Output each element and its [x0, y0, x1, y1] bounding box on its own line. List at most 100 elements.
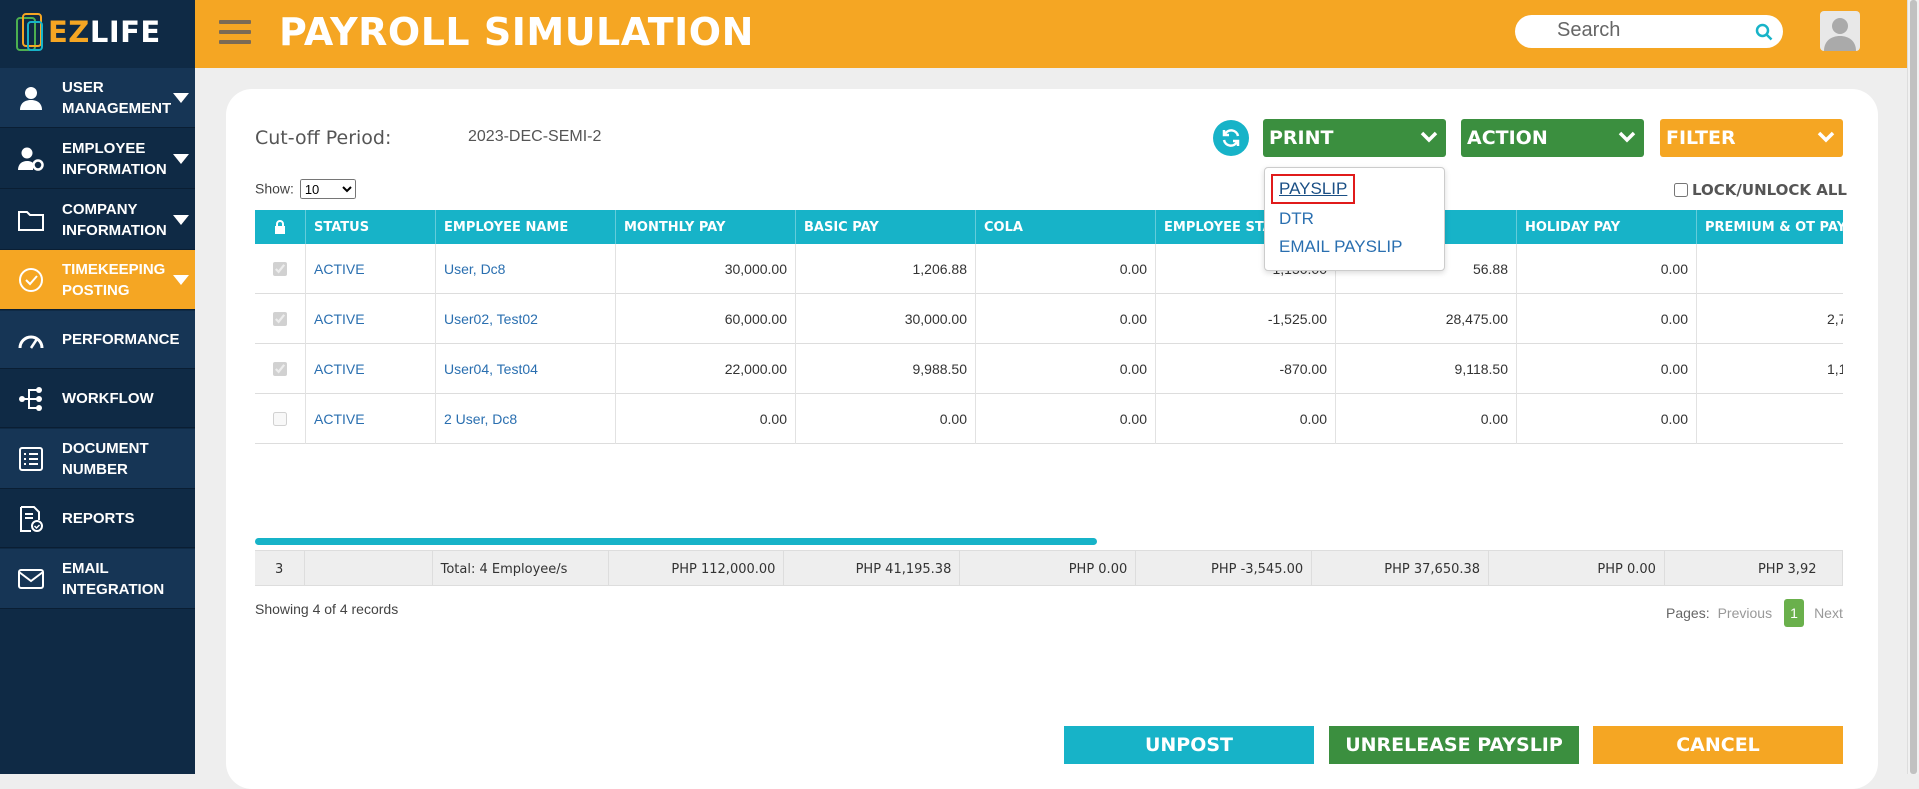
row-checkbox[interactable] — [273, 412, 287, 426]
page-title: PAYROLL SIMULATION — [279, 10, 754, 54]
column-header-status[interactable]: STATUS — [306, 210, 436, 244]
current-page-button[interactable]: 1 — [1784, 599, 1805, 627]
sidebar-item-document-number[interactable]: DOCUMENT NUMBER — [0, 429, 195, 489]
unpost-button[interactable]: UNPOST — [1064, 726, 1314, 764]
row-checkbox-cell — [255, 244, 306, 294]
lock-all-label: LOCK/UNLOCK ALL — [1692, 181, 1847, 199]
action-dropdown-button[interactable]: ACTION — [1461, 119, 1644, 157]
table-row[interactable]: ACTIVE User04, Test04 22,000.00 9,988.50… — [255, 344, 1843, 394]
cola-cell: 0.00 — [976, 294, 1156, 344]
basic-pay-cell: 0.00 — [796, 394, 976, 444]
menu-item-email-payslip[interactable]: EMAIL PAYSLIP — [1279, 237, 1402, 257]
caret-down-icon — [173, 214, 189, 225]
filter-dropdown-button[interactable]: FILTER — [1660, 119, 1843, 157]
page-scrollbar-thumb[interactable] — [1910, 0, 1917, 774]
sidebar-item-label: COMPANY INFORMATION — [62, 200, 167, 239]
menu-item-payslip[interactable]: PAYSLIP — [1271, 174, 1356, 204]
page-size-select[interactable]: 10 — [299, 179, 356, 199]
table-row[interactable]: ACTIVE User02, Test02 60,000.00 30,000.0… — [255, 294, 1843, 344]
print-dropdown-button[interactable]: PRINT — [1263, 119, 1446, 157]
sidebar-item-performance[interactable]: PERFORMANCE — [0, 311, 195, 369]
previous-page-link[interactable]: Previous — [1718, 605, 1772, 621]
user-avatar-icon — [1824, 18, 1856, 51]
unrelease-payslip-button[interactable]: UNRELEASE PAYSLIP — [1329, 726, 1579, 764]
footer-empty-cell — [305, 551, 433, 585]
column-header-cola[interactable]: COLA — [976, 210, 1156, 244]
table-row[interactable]: ACTIVE User, Dc8 30,000.00 1,206.88 0.00… — [255, 244, 1843, 294]
holiday-pay-cell: 0.00 — [1517, 394, 1697, 444]
avatar[interactable] — [1820, 11, 1860, 51]
employee-name-cell[interactable]: 2 User, Dc8 — [436, 394, 616, 444]
report-icon — [0, 505, 62, 533]
table-footer: 3 Total: 4 Employee/s PHP 112,000.00 PHP… — [255, 550, 1843, 586]
sidebar-item-timekeeping-posting[interactable]: TIMEKEEPING POSTING — [0, 250, 195, 310]
table-row[interactable]: ACTIVE 2 User, Dc8 0.00 0.00 0.00 0.00 0… — [255, 394, 1843, 444]
sidebar-item-label: USER MANAGEMENT — [62, 78, 172, 117]
cola-cell: 0.00 — [976, 244, 1156, 294]
status-cell[interactable]: ACTIVE — [306, 344, 436, 394]
employee-name-cell[interactable]: User, Dc8 — [436, 244, 616, 294]
row-checkbox[interactable] — [273, 262, 287, 276]
next-page-link[interactable]: Next — [1814, 605, 1843, 621]
footer-monthly-pay-total: PHP 112,000.00 — [609, 551, 785, 585]
sidebar-item-label: PERFORMANCE — [62, 331, 180, 348]
lock-unlock-all[interactable]: LOCK/UNLOCK ALL — [1674, 181, 1847, 199]
chevron-down-icon — [1420, 131, 1438, 143]
search-icon[interactable] — [1755, 23, 1773, 41]
records-summary: Showing 4 of 4 records — [255, 601, 399, 617]
sidebar-item-label: WORKFLOW — [62, 390, 154, 407]
menu-item-dtr[interactable]: DTR — [1279, 209, 1314, 229]
lock-all-checkbox[interactable] — [1674, 183, 1688, 197]
caret-down-icon — [173, 274, 189, 285]
sidebar-item-reports[interactable]: REPORTS — [0, 490, 195, 548]
row-checkbox[interactable] — [273, 362, 287, 376]
page-size-control: Show: 10 — [255, 179, 356, 199]
row-checkbox[interactable] — [273, 312, 287, 326]
employee-gear-icon — [0, 146, 62, 172]
logo-text-life: LIFE — [89, 15, 161, 49]
column-header-monthly-pay[interactable]: MONTHLY PAY — [616, 210, 796, 244]
status-cell[interactable]: ACTIVE — [306, 294, 436, 344]
hidden-col-cell: 9,118.50 — [1336, 344, 1517, 394]
logo-text: EZLIFE — [48, 15, 161, 49]
holiday-pay-cell: 0.00 — [1517, 244, 1697, 294]
cancel-button[interactable]: CANCEL — [1593, 726, 1843, 764]
folder-icon — [0, 208, 62, 232]
user-icon — [0, 85, 62, 111]
payroll-table: STATUS EMPLOYEE NAME MONTHLY PAY BASIC P… — [255, 210, 1843, 586]
column-header-basic-pay[interactable]: BASIC PAY — [796, 210, 976, 244]
status-cell[interactable]: ACTIVE — [306, 394, 436, 444]
page-scrollbar[interactable] — [1907, 0, 1919, 774]
sidebar-item-label: DOCUMENT NUMBER — [62, 439, 149, 478]
caret-down-icon — [173, 92, 189, 103]
employee-stat-cell: -870.00 — [1156, 344, 1336, 394]
lock-column-header[interactable] — [255, 210, 306, 244]
footer-cola-total: PHP 0.00 — [960, 551, 1137, 585]
column-header-employee-name[interactable]: EMPLOYEE NAME — [436, 210, 616, 244]
employee-name-cell[interactable]: User02, Test02 — [436, 294, 616, 344]
sidebar-item-workflow[interactable]: WORKFLOW — [0, 370, 195, 428]
envelope-icon — [0, 568, 62, 590]
footer-holiday-pay-total: PHP 0.00 — [1489, 551, 1665, 585]
cola-cell: 0.00 — [976, 394, 1156, 444]
sidebar-item-employee-information[interactable]: EMPLOYEE INFORMATION — [0, 129, 195, 189]
column-header-holiday-pay[interactable]: HOLIDAY PAY — [1517, 210, 1697, 244]
caret-down-icon — [173, 153, 189, 164]
sidebar-item-company-information[interactable]: COMPANY INFORMATION — [0, 190, 195, 250]
workflow-icon — [0, 386, 62, 412]
employee-name-cell[interactable]: User04, Test04 — [436, 344, 616, 394]
holiday-pay-cell: 0.00 — [1517, 344, 1697, 394]
table-horizontal-scrollbar[interactable] — [255, 538, 1097, 545]
basic-pay-cell: 9,988.50 — [796, 344, 976, 394]
column-header-premium-ot-pay[interactable]: PREMIUM & OT PAY — [1697, 210, 1843, 244]
search-input[interactable] — [1555, 15, 1755, 46]
status-cell[interactable]: ACTIVE — [306, 244, 436, 294]
refresh-button[interactable] — [1213, 120, 1249, 156]
app-logo[interactable]: EZLIFE — [0, 0, 195, 64]
lock-icon — [275, 220, 285, 234]
hamburger-menu-icon[interactable] — [219, 20, 251, 48]
basic-pay-cell: 30,000.00 — [796, 294, 976, 344]
sidebar-item-email-integration[interactable]: EMAIL INTEGRATION — [0, 549, 195, 609]
sidebar-item-user-management[interactable]: USER MANAGEMENT — [0, 68, 195, 128]
print-dropdown-menu: PAYSLIP DTR EMAIL PAYSLIP — [1264, 167, 1445, 271]
